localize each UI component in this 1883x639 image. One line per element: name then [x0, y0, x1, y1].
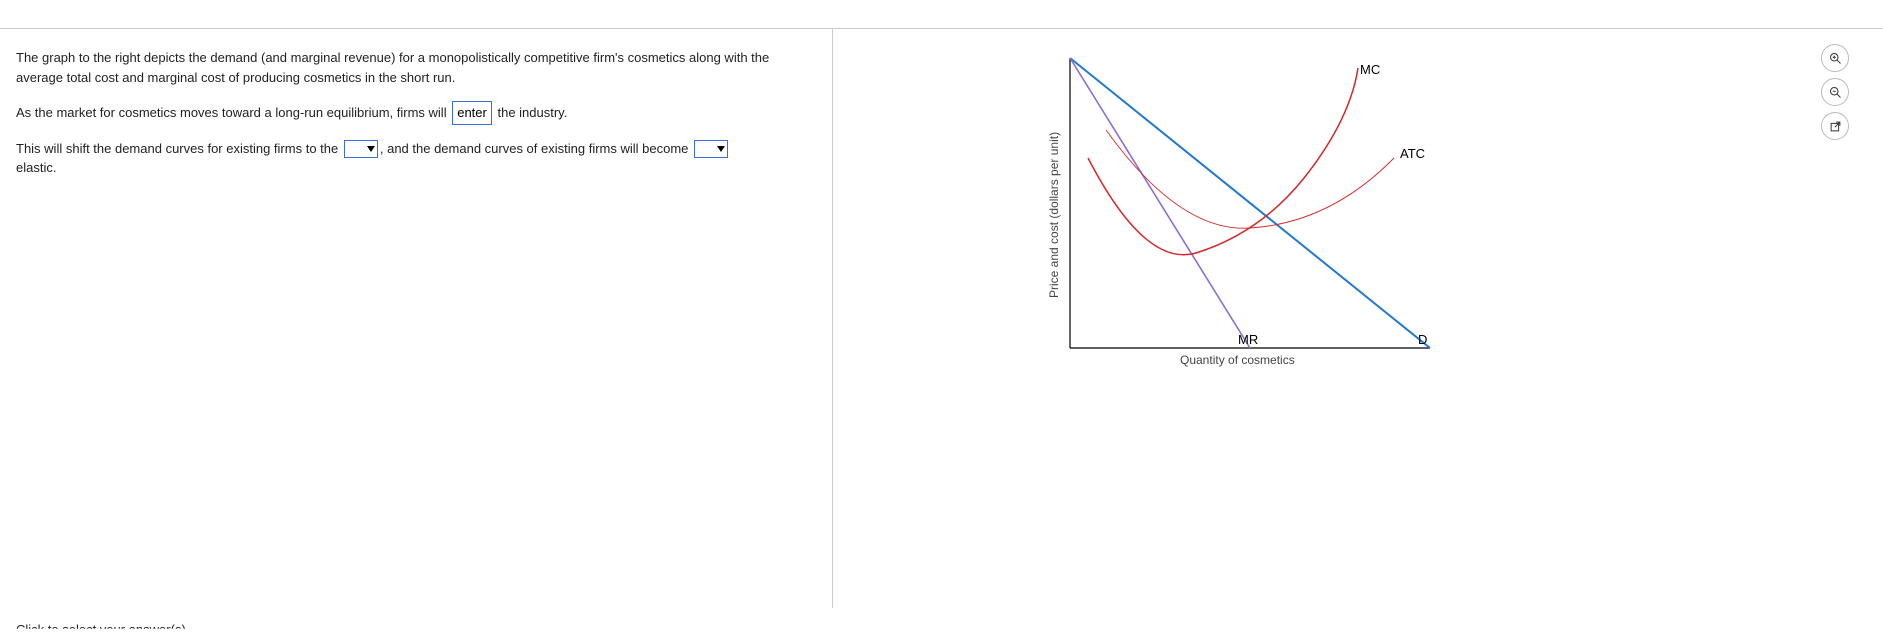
sentence3-post: elastic.	[16, 160, 56, 175]
curve-mc	[1088, 68, 1358, 255]
sentence3-mid: , and the demand curves of existing firm…	[380, 141, 689, 156]
graph-toolbar	[1821, 44, 1853, 140]
zoom-out-button[interactable]	[1821, 78, 1849, 106]
y-axis-label: Price and cost (dollars per unit)	[1047, 132, 1061, 298]
dropdown-shift-direction[interactable]	[344, 140, 378, 158]
zoom-in-icon	[1828, 51, 1843, 66]
curve-atc	[1106, 130, 1394, 228]
label-d: D	[1418, 332, 1427, 347]
curve-mr	[1070, 58, 1250, 348]
economics-chart: MC ATC MR D Quantity of cosmetics Price …	[1030, 48, 1450, 388]
zoom-in-button[interactable]	[1821, 44, 1849, 72]
question-paragraph-3: This will shift the demand curves for ex…	[16, 139, 816, 178]
pane-divider	[832, 28, 833, 608]
sentence3-pre: This will shift the demand curves for ex…	[16, 141, 338, 156]
question-paragraph-2: As the market for cosmetics moves toward…	[16, 101, 816, 125]
answer-blank-1[interactable]: enter	[452, 101, 492, 125]
dropdown-elasticity-change[interactable]	[694, 140, 728, 158]
x-axis-label: Quantity of cosmetics	[1180, 353, 1295, 367]
label-atc: ATC	[1400, 146, 1425, 161]
open-in-new-icon	[1828, 119, 1843, 134]
question-paragraph-1: The graph to the right depicts the deman…	[16, 48, 816, 87]
curve-d	[1070, 58, 1430, 348]
chevron-down-icon	[717, 146, 725, 152]
chevron-down-icon	[367, 146, 375, 152]
sentence2-pre: As the market for cosmetics moves toward…	[16, 105, 447, 120]
label-mc: MC	[1360, 62, 1380, 77]
label-mr: MR	[1238, 332, 1258, 347]
sentence2-post: the industry.	[497, 105, 567, 120]
zoom-out-icon	[1828, 85, 1843, 100]
question-text-pane: The graph to the right depicts the deman…	[16, 48, 816, 192]
open-new-window-button[interactable]	[1821, 112, 1849, 140]
top-divider	[0, 28, 1883, 29]
footer-cutoff-text: Click to select your answer(s)	[16, 622, 186, 637]
